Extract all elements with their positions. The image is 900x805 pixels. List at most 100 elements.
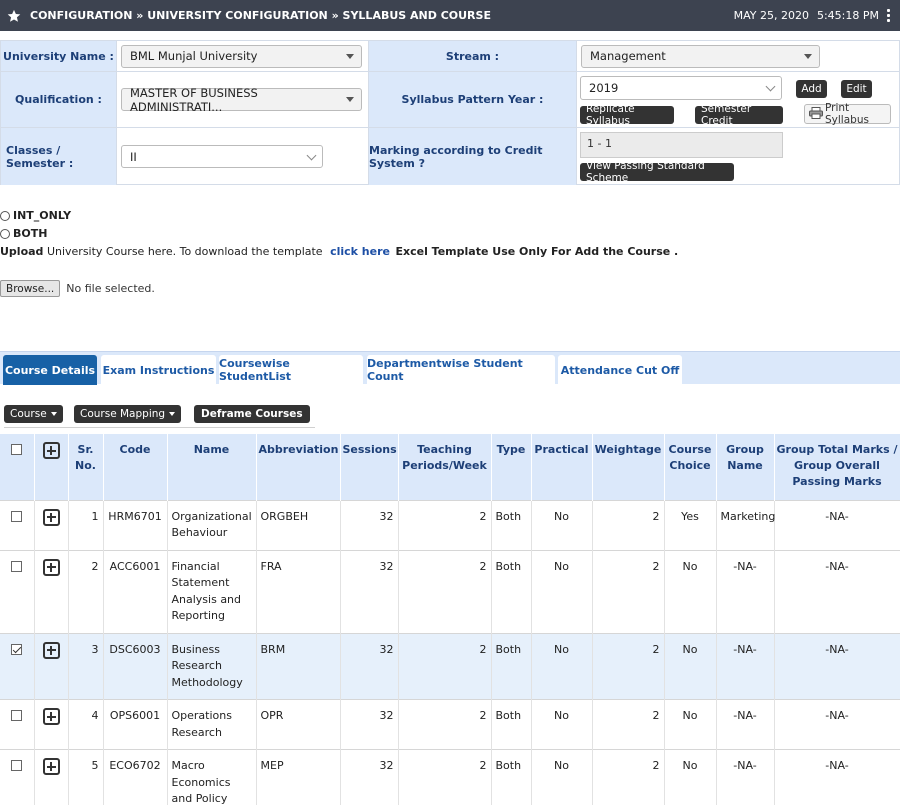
tab-attendance-cut-off[interactable]: Attendance Cut Off <box>558 355 682 385</box>
view-passing-scheme-button[interactable]: View Passing Standard Scheme <box>580 160 734 184</box>
int-only-radio[interactable] <box>0 210 10 221</box>
cell-teaching-periods: 2 <box>398 549 492 633</box>
cell-weightage: 2 <box>592 749 665 805</box>
cell-teaching-periods: 2 <box>398 749 492 805</box>
row-expand-cell <box>34 549 69 633</box>
edit-button[interactable]: Edit <box>841 80 872 98</box>
header-type: Type <box>491 434 532 500</box>
both-radio[interactable] <box>0 228 10 239</box>
int-only-option[interactable]: INT_ONLY <box>0 209 71 222</box>
course-menu-button[interactable]: Course <box>4 405 63 423</box>
cell-group-name: -NA- <box>716 699 775 750</box>
select-all-header <box>0 434 35 500</box>
pattern-year-select[interactable]: 2019 <box>580 76 782 100</box>
cell-code: OPS6001 <box>103 699 168 750</box>
header-course-choice: Course Choice <box>664 434 717 500</box>
cell-weightage: 2 <box>592 632 665 700</box>
template-download-link[interactable]: click here <box>330 245 390 258</box>
cell-sr-no: 2 <box>68 549 104 633</box>
table-row[interactable]: 2 ACC6001 Financial Statement Analysis and… <box>0 549 900 633</box>
table-row[interactable]: 3 DSC6003 Business Research Methodology BRM… <box>0 632 900 700</box>
kebab-menu-icon[interactable] <box>887 9 891 22</box>
upload-suffix: Excel Template Use Only For Add the Cour… <box>395 245 679 258</box>
row-checkbox[interactable] <box>11 710 23 721</box>
table-row[interactable]: 1 HRM6701 Organizational Behaviour ORGBEH 32… <box>0 499 900 550</box>
star-icon[interactable] <box>7 9 21 23</box>
tab-course-details[interactable]: Course Details <box>3 355 97 385</box>
both-option[interactable]: BOTH <box>0 227 47 240</box>
row-checkbox[interactable] <box>11 760 23 771</box>
expand-all-icon[interactable] <box>42 442 60 459</box>
cell-practical: No <box>531 549 593 633</box>
print-syllabus-button[interactable]: Print Syllabus <box>804 102 891 126</box>
header-practical: Practical <box>531 434 593 500</box>
cell-type: Both <box>491 632 532 700</box>
cell-type: Both <box>491 699 532 750</box>
cell-sessions: 32 <box>340 699 399 750</box>
cell-practical: No <box>531 632 593 700</box>
table-header-row: Sr. No. Code Name Abbreviation Sessions … <box>0 434 900 500</box>
cell-weightage: 2 <box>592 499 665 550</box>
header-name: Name <box>167 434 257 500</box>
cell-type: Both <box>491 549 532 633</box>
table-row[interactable]: 4 OPS6001 Operations Research OPR 32 2 Both No 2… <box>0 699 900 750</box>
cell-sr-no: 4 <box>68 699 104 750</box>
upload-instructions: Upload University Course here. To downlo… <box>0 245 678 258</box>
browse-button[interactable]: Browse... <box>0 280 61 297</box>
marking-label: Marking according to Credit System ? <box>369 128 577 185</box>
header-sr-no: Sr. No. <box>68 434 104 500</box>
header-group-total: Group Total Marks / Group Overall Passin… <box>774 434 900 500</box>
marking-value-field: 1 - 1 <box>580 132 783 158</box>
upload-text: University Course here. To download the … <box>46 245 323 258</box>
row-select-cell <box>0 749 35 805</box>
cell-sessions: 32 <box>340 549 399 633</box>
top-bar: CONFIGURATION » UNIVERSITY CONFIGURATION… <box>0 0 900 31</box>
cell-type: Both <box>491 749 532 805</box>
university-value: BML Munjal University <box>130 49 258 63</box>
qualification-select[interactable]: MASTER OF BUSINESS ADMINISTRATI... <box>121 86 362 114</box>
cell-sessions: 32 <box>340 499 399 550</box>
cell-abbreviation: MEP <box>256 749 341 805</box>
select-all-checkbox[interactable] <box>11 444 23 455</box>
cell-abbreviation: OPR <box>256 699 341 750</box>
dropdown-arrow-icon <box>346 53 354 59</box>
classes-label: Classes / Semester : <box>1 128 117 185</box>
cell-course-choice: No <box>664 699 717 750</box>
table-row[interactable]: 5 ECO6702 Macro Economics and Policy MEP 32 2… <box>0 749 900 805</box>
cell-group-total: -NA- <box>774 699 900 750</box>
caret-down-icon <box>169 412 176 416</box>
tab-departmentwise-student-count[interactable]: Departmentwise Student Count <box>367 355 555 385</box>
row-checkbox[interactable] <box>11 510 23 522</box>
breadcrumb: CONFIGURATION » UNIVERSITY CONFIGURATION… <box>30 9 491 22</box>
cell-group-name: -NA- <box>716 632 775 700</box>
course-mapping-menu-button[interactable]: Course Mapping <box>74 405 182 423</box>
replicate-syllabus-button[interactable]: Replicate Syllabus <box>580 103 674 127</box>
add-button[interactable]: Add <box>796 80 827 98</box>
file-upload: Browse... No file selected. <box>0 280 155 297</box>
expand-row-icon[interactable] <box>42 641 60 659</box>
expand-row-icon[interactable] <box>42 508 60 526</box>
header-weightage: Weightage <box>592 434 665 500</box>
expand-row-icon[interactable] <box>42 758 60 775</box>
cell-practical: No <box>531 699 593 750</box>
semester-credit-button[interactable]: Semester Credit <box>695 103 783 127</box>
row-checkbox[interactable] <box>11 560 23 572</box>
course-mapping-label: Course Mapping <box>80 408 166 420</box>
tab-exam-instructions[interactable]: Exam Instructions <box>101 355 216 385</box>
stream-select[interactable]: Management <box>581 44 820 68</box>
classes-select[interactable]: II <box>121 145 323 168</box>
cell-group-total: -NA- <box>774 499 900 550</box>
both-label: BOTH <box>13 227 48 240</box>
row-checkbox[interactable] <box>11 643 23 655</box>
tab-coursewise-studentlist[interactable]: Coursewise StudentList <box>219 355 363 385</box>
printer-icon <box>809 106 823 122</box>
cell-weightage: 2 <box>592 549 665 633</box>
cell-code: DSC6003 <box>103 632 168 700</box>
course-menu-label: Course <box>10 408 47 420</box>
expand-row-icon[interactable] <box>42 708 60 725</box>
expand-row-icon[interactable] <box>42 558 60 576</box>
header-code: Code <box>103 434 168 500</box>
deframe-courses-button[interactable]: Deframe Courses <box>194 405 310 423</box>
cell-practical: No <box>531 499 593 550</box>
university-select[interactable]: BML Munjal University <box>121 44 362 68</box>
